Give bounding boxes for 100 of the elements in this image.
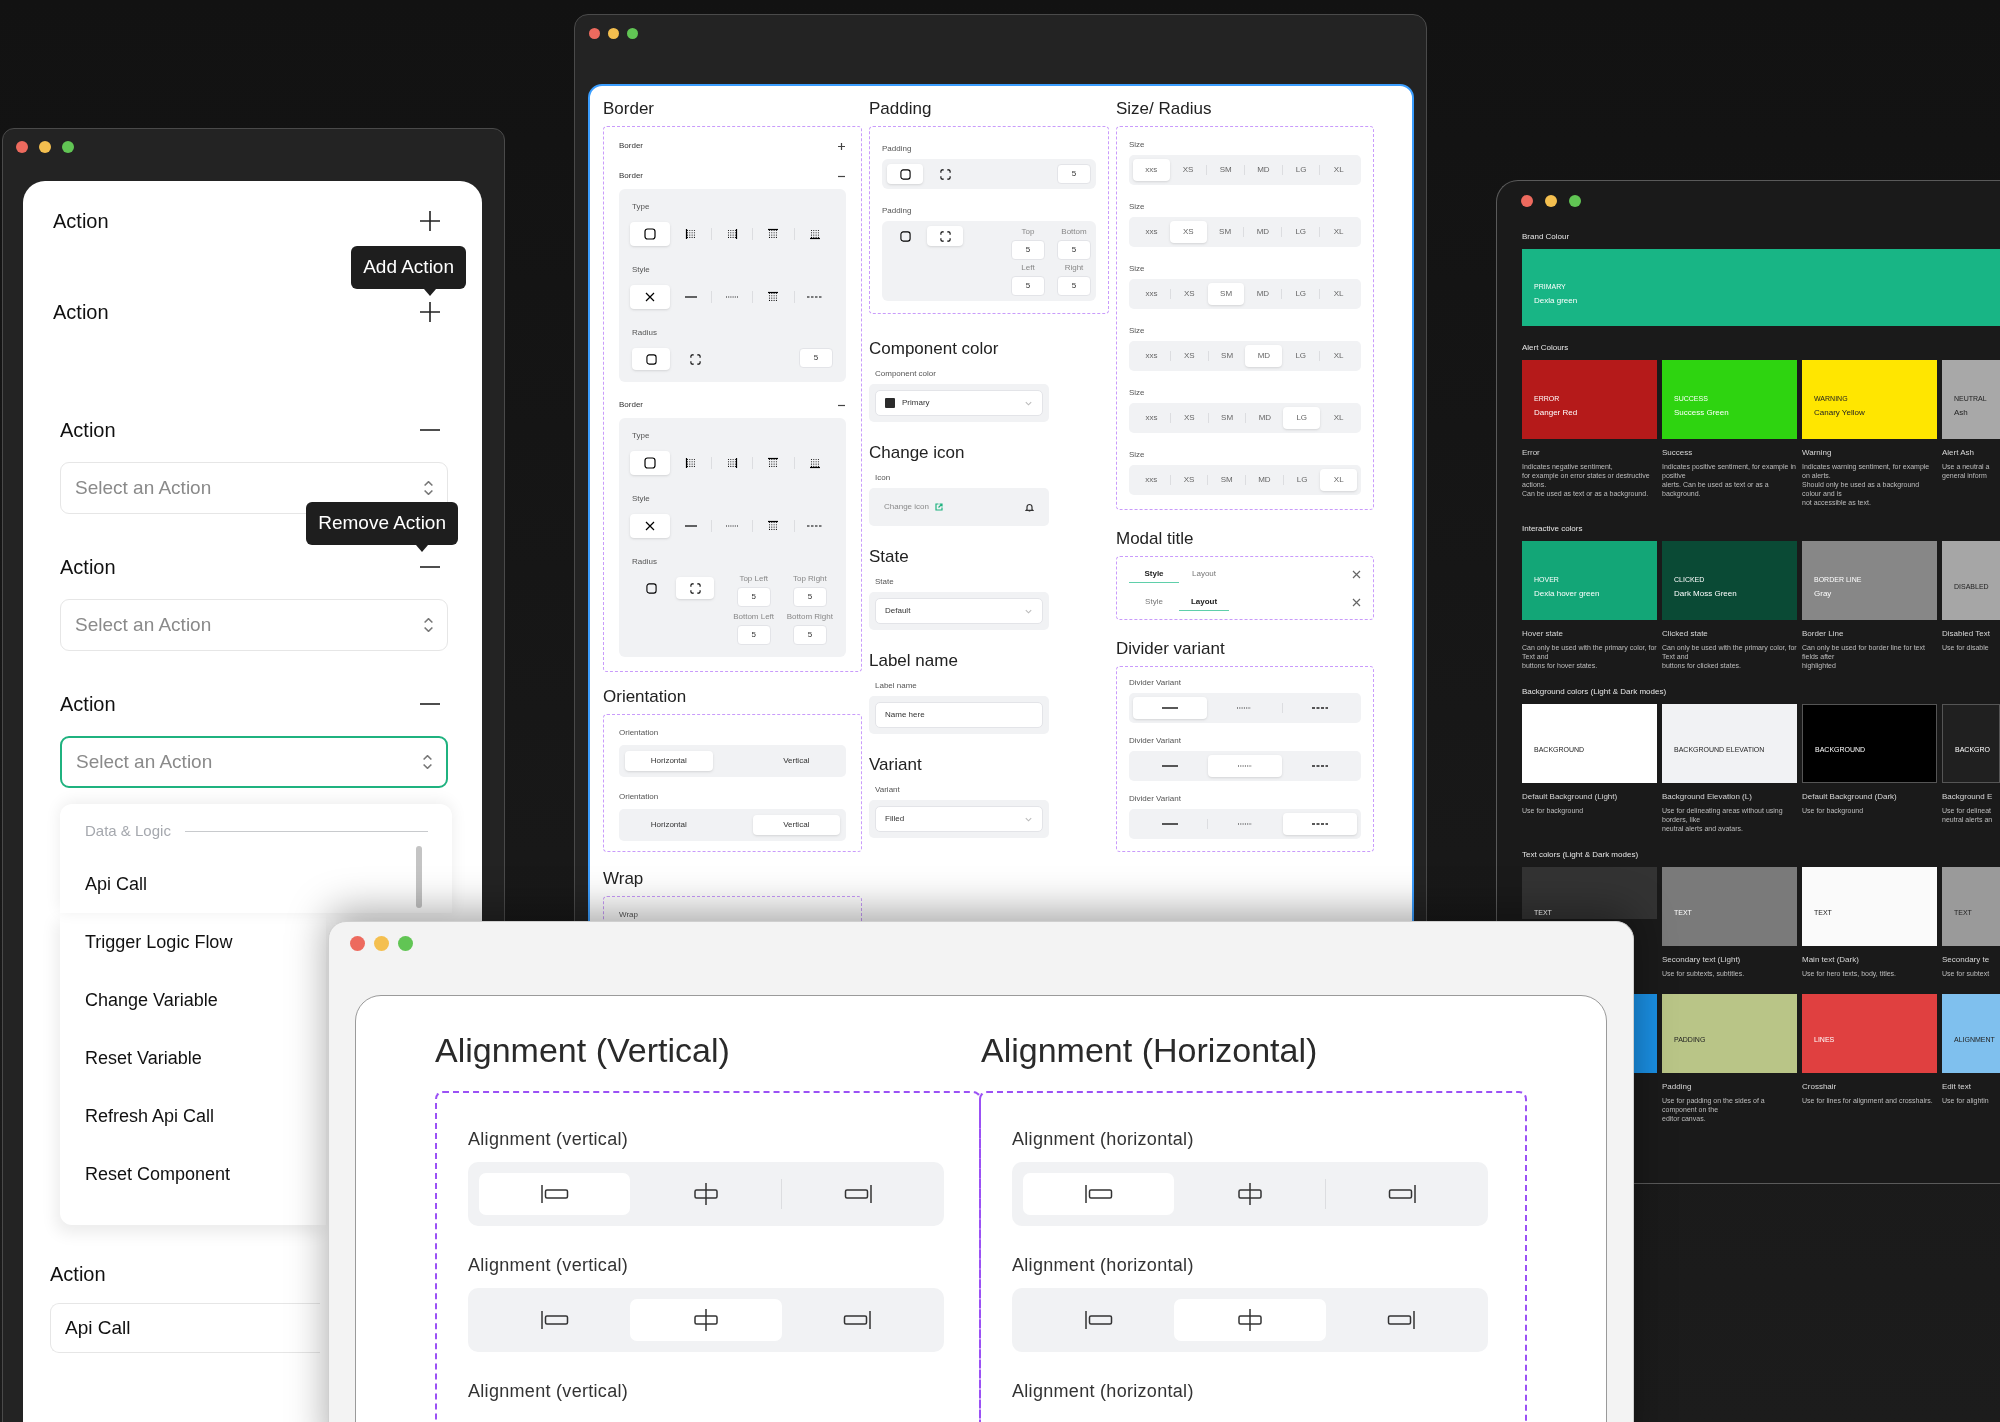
size-option[interactable]: LG xyxy=(1282,345,1320,367)
window-zoom-button[interactable] xyxy=(62,141,74,153)
radius-mode-option[interactable] xyxy=(632,348,670,370)
size-option[interactable]: SM xyxy=(1208,469,1245,491)
size-option[interactable]: XS xyxy=(1169,159,1207,181)
size-option[interactable]: xxs xyxy=(1133,283,1170,305)
number-input[interactable]: 5 xyxy=(736,587,771,607)
add-action-button[interactable] xyxy=(418,300,442,324)
size-option[interactable]: SM xyxy=(1207,283,1245,305)
number-input[interactable]: 5 xyxy=(1057,276,1091,296)
number-input[interactable]: 5 xyxy=(1057,240,1091,260)
scrollbar[interactable] xyxy=(416,846,422,908)
color-select[interactable]: Primary xyxy=(875,390,1043,416)
size-option[interactable]: XL xyxy=(1320,407,1357,429)
window-close-button[interactable] xyxy=(16,141,28,153)
number-input[interactable]: 5 xyxy=(1011,276,1045,296)
minus-icon xyxy=(420,703,440,705)
orientation-option[interactable]: Vertical xyxy=(752,815,840,835)
tab[interactable]: Style xyxy=(1129,565,1179,583)
size-option[interactable]: XS xyxy=(1170,407,1208,429)
size-option[interactable]: XL xyxy=(1320,221,1357,243)
dropdown-select[interactable]: Default xyxy=(875,598,1043,624)
number-input[interactable]: 5 xyxy=(736,625,771,645)
add-action-button[interactable] xyxy=(418,209,442,233)
size-option[interactable]: LG xyxy=(1282,283,1320,305)
number-input[interactable]: 5 xyxy=(799,348,833,368)
menu-item[interactable]: Reset Variable xyxy=(85,1029,202,1087)
border-type-option[interactable] xyxy=(630,451,671,475)
size-option[interactable]: LG xyxy=(1282,221,1320,243)
tab[interactable]: Layout xyxy=(1179,593,1229,611)
padding-mode-option[interactable] xyxy=(887,164,923,184)
corners-icon xyxy=(689,582,701,594)
size-option[interactable]: xxs xyxy=(1133,345,1170,367)
window-close-button[interactable] xyxy=(589,28,600,39)
window-zoom-button[interactable] xyxy=(627,28,638,39)
swatch-title: Success xyxy=(1662,447,1694,459)
window-close-button[interactable] xyxy=(1521,195,1533,207)
size-option[interactable]: XL xyxy=(1320,345,1357,367)
tab[interactable]: Layout xyxy=(1179,565,1229,583)
size-option[interactable]: XL xyxy=(1320,159,1358,181)
size-option[interactable]: SM xyxy=(1208,345,1246,367)
alignment-option[interactable] xyxy=(630,1299,782,1341)
size-option[interactable]: MD xyxy=(1244,221,1282,243)
size-option[interactable]: XS xyxy=(1170,345,1208,367)
size-option[interactable]: MD xyxy=(1245,345,1283,367)
size-option[interactable]: xxs xyxy=(1133,159,1170,181)
size-option[interactable]: MD xyxy=(1245,159,1282,181)
field-label: Component color xyxy=(875,368,937,380)
window-minimize-button[interactable] xyxy=(1545,195,1557,207)
x-icon xyxy=(644,291,657,303)
number-input[interactable]: 5 xyxy=(792,625,827,645)
window-minimize-button[interactable] xyxy=(608,28,619,39)
size-option[interactable]: XS xyxy=(1170,283,1208,305)
size-option[interactable]: LG xyxy=(1283,407,1321,429)
size-option[interactable]: XS xyxy=(1170,469,1208,491)
orientation-option[interactable]: Horizontal xyxy=(625,815,713,835)
size-option[interactable]: xxs xyxy=(1133,221,1170,243)
size-option[interactable]: XS xyxy=(1169,221,1207,243)
menu-item[interactable]: Trigger Logic Flow xyxy=(85,913,233,971)
size-option[interactable]: SM xyxy=(1208,407,1246,429)
number-input[interactable]: 5 xyxy=(792,587,827,607)
size-option[interactable]: XL xyxy=(1320,283,1357,305)
action-select[interactable]: Select an Action xyxy=(60,599,448,651)
orientation-option[interactable]: Vertical xyxy=(752,751,840,771)
border-style-option[interactable] xyxy=(630,514,671,538)
size-option[interactable]: MD xyxy=(1246,407,1284,429)
number-input[interactable]: 5 xyxy=(1011,240,1045,260)
expand-button[interactable] xyxy=(837,141,846,151)
size-option[interactable]: SM xyxy=(1206,221,1244,243)
action-select[interactable]: Api Call xyxy=(50,1303,320,1353)
text-input[interactable]: Name here xyxy=(875,702,1043,728)
size-option[interactable]: XL xyxy=(1320,469,1358,491)
dropdown-select[interactable]: Filled xyxy=(875,806,1043,832)
alignment-option[interactable] xyxy=(479,1173,630,1215)
menu-item[interactable]: Change Variable xyxy=(85,971,218,1029)
size-option[interactable]: SM xyxy=(1207,159,1244,181)
swatch-name: Dark Moss Green xyxy=(1674,588,1738,601)
border-type-option[interactable] xyxy=(630,222,671,246)
window-minimize-button[interactable] xyxy=(39,141,51,153)
menu-item[interactable]: Refresh Api Call xyxy=(85,1087,215,1145)
menu-item[interactable]: Api Call xyxy=(85,855,148,913)
tab[interactable]: Style xyxy=(1129,593,1179,611)
orientation-option[interactable]: Horizontal xyxy=(625,751,713,771)
size-option[interactable]: xxs xyxy=(1133,469,1170,491)
field-label: State xyxy=(875,576,895,588)
size-option[interactable]: MD xyxy=(1244,283,1282,305)
alignment-option[interactable] xyxy=(1174,1299,1326,1341)
action-label: Action xyxy=(60,418,116,443)
border-style-option[interactable] xyxy=(630,285,671,309)
window-close-button[interactable] xyxy=(350,936,365,951)
size-option[interactable]: LG xyxy=(1282,159,1320,181)
size-option[interactable]: MD xyxy=(1246,469,1283,491)
alignment-option[interactable] xyxy=(1023,1173,1174,1215)
number-input[interactable]: 5 xyxy=(1057,164,1091,184)
menu-item[interactable]: Reset Component xyxy=(85,1145,231,1203)
window-zoom-button[interactable] xyxy=(1569,195,1581,207)
size-option[interactable]: xxs xyxy=(1133,407,1170,429)
size-option[interactable]: LG xyxy=(1283,469,1321,491)
section-heading: Interactive colors xyxy=(1522,523,1584,535)
action-select[interactable]: Select an Action xyxy=(60,736,448,788)
